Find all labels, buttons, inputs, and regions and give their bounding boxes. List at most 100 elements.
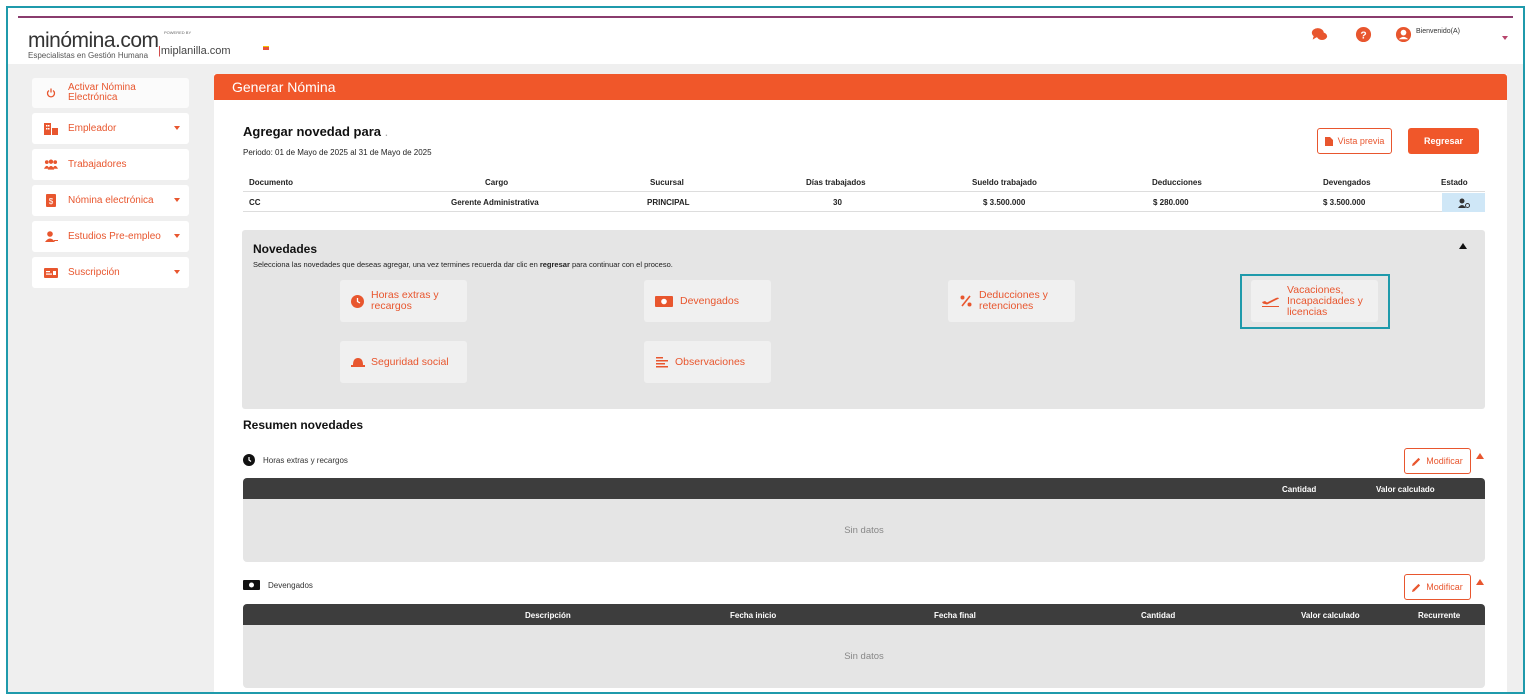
horas-extras-button[interactable]: Horas extras y recargos [340, 280, 467, 322]
sidebar-item-nomina-electronica[interactable]: $ Nómina electrónica [32, 185, 189, 216]
horas-section-label: Horas extras y recargos [243, 454, 348, 466]
empty-state: Sin datos [243, 625, 1485, 688]
column-header: Fecha inicio [730, 611, 777, 620]
collapse-up-icon[interactable] [1476, 579, 1484, 585]
cell-dias: 30 [833, 198, 842, 207]
logo[interactable]: minómina.com Especialistas en Gestión Hu… [28, 29, 159, 60]
modify-devengados-button[interactable]: Modificar [1404, 574, 1471, 600]
user-menu-chevron-icon[interactable] [1502, 36, 1508, 40]
welcome-text[interactable]: Bienvenido(A) [1416, 28, 1460, 35]
document-dollar-icon: $ [44, 194, 58, 208]
period-text: Periodo: 01 de Mayo de 2025 al 31 de May… [243, 148, 432, 157]
sidebar-item-label: Estudios Pre-empleo [68, 230, 161, 242]
miplanilla-logo: |miplanilla.com [158, 45, 231, 57]
file-icon [1324, 136, 1333, 146]
empty-state: Sin datos [243, 499, 1485, 562]
money-icon [654, 294, 674, 309]
chevron-down-icon [174, 198, 180, 202]
column-header: Fecha final [934, 611, 976, 620]
sidebar-item-activar-nomina[interactable]: Activar Nómina Electrónica [32, 78, 189, 108]
sidebar: Activar Nómina Electrónica Empleador Tra… [32, 78, 189, 293]
building-icon [44, 122, 58, 136]
cell-sueldo: $ 3.500.000 [983, 198, 1026, 207]
column-header: Estado [1441, 178, 1468, 187]
svg-text:?: ? [1360, 30, 1366, 41]
estado-cell[interactable] [1442, 193, 1485, 212]
user-plus-icon [44, 230, 58, 244]
devengados-label: Devengados [680, 294, 739, 307]
chat-icon[interactable] [1311, 26, 1328, 43]
app-window: minómina.com Especialistas en Gestión Hu… [6, 6, 1525, 694]
pencil-icon [1412, 457, 1421, 466]
page-title: Agregar novedad para . [243, 124, 389, 139]
page-header: Generar Nómina [214, 74, 1507, 100]
modify-label: Modificar [1426, 582, 1463, 592]
sidebar-item-suscripcion[interactable]: Suscripción [32, 257, 189, 288]
employee-table: Documento Cargo Sucursal Días trabajados… [243, 172, 1485, 212]
resumen-title: Resumen novedades [243, 418, 364, 432]
observaciones-button[interactable]: Observaciones [644, 341, 771, 383]
novedades-title: Novedades [253, 242, 318, 256]
column-header: Descripción [525, 611, 571, 620]
seguridad-social-label: Seguridad social [371, 355, 449, 368]
back-button[interactable]: Regresar [1408, 128, 1479, 154]
deducciones-label: Deducciones y retenciones [979, 289, 1048, 312]
power-icon [44, 86, 58, 100]
user-avatar-icon[interactable] [1395, 26, 1412, 43]
table-header-row: Cantidad Valor calculado [243, 478, 1485, 499]
cell-deducciones: $ 280.000 [1153, 198, 1189, 207]
selection-highlight [1240, 274, 1390, 329]
column-header: Cargo [485, 178, 509, 187]
users-icon [44, 158, 58, 172]
help-icon[interactable]: ? [1355, 26, 1372, 43]
table-header-row: Descripción Fecha inicio Fecha final Can… [243, 604, 1485, 625]
powered-by: POWERED BY [164, 30, 192, 35]
observaciones-label: Observaciones [675, 355, 746, 368]
preview-button-label: Vista previa [1337, 136, 1385, 146]
column-header: Sucursal [650, 178, 684, 187]
sidebar-item-label: Empleador [68, 122, 117, 134]
logo-tagline: Especialistas en Gestión Humana [28, 51, 149, 60]
collapse-up-icon[interactable] [1476, 453, 1484, 459]
table-header-row: Documento Cargo Sucursal Días trabajados… [243, 172, 1485, 192]
colombia-flag-icon [263, 46, 269, 50]
column-header: Valor calculado [1376, 485, 1435, 494]
cell-sucursal: PRINCIPAL [647, 198, 690, 207]
novedades-description: Selecciona las novedades que deseas agre… [253, 260, 673, 269]
devengados-table: Descripción Fecha inicio Fecha final Can… [243, 604, 1485, 688]
sidebar-item-label: Trabajadores [68, 158, 127, 170]
column-header: Documento [249, 178, 293, 187]
top-header: minómina.com Especialistas en Gestión Hu… [8, 18, 1523, 64]
user-settings-icon [1457, 198, 1470, 208]
modify-horas-button[interactable]: Modificar [1404, 448, 1471, 474]
devengados-button[interactable]: Devengados [644, 280, 771, 322]
sidebar-item-trabajadores[interactable]: Trabajadores [32, 149, 189, 180]
seguridad-social-button[interactable]: Seguridad social [340, 341, 467, 383]
column-header: Cantidad [1282, 485, 1317, 494]
chevron-down-icon [174, 126, 180, 130]
modify-label: Modificar [1426, 456, 1463, 466]
column-header: Cantidad [1141, 611, 1176, 620]
card-icon [44, 266, 58, 280]
chevron-down-icon [174, 234, 180, 238]
sidebar-item-label: Nómina electrónica [68, 194, 154, 206]
clock-icon [350, 294, 365, 309]
sidebar-item-empleador[interactable]: Empleador [32, 113, 189, 144]
collapse-up-icon[interactable] [1459, 243, 1467, 249]
svg-text:$: $ [49, 197, 54, 206]
sidebar-item-label: Suscripción [68, 266, 120, 278]
percent-icon [958, 294, 973, 309]
horas-extras-label: Horas extras y recargos [371, 289, 439, 312]
scrollbar[interactable] [1509, 64, 1523, 692]
column-header: Valor calculado [1301, 611, 1360, 620]
sidebar-item-label: Activar Nómina Electrónica [68, 82, 136, 103]
devengados-section-label: Devengados [243, 580, 313, 590]
column-header: Días trabajados [806, 178, 866, 187]
deducciones-button[interactable]: Deducciones y retenciones [948, 280, 1075, 322]
main-panel: Generar Nómina Agregar novedad para . Pe… [214, 74, 1507, 692]
column-header: Deducciones [1152, 178, 1202, 187]
logo-text: minómina.com [28, 29, 159, 52]
column-header: Recurrente [1418, 611, 1461, 620]
preview-button[interactable]: Vista previa [1317, 128, 1392, 154]
sidebar-item-estudios-pre-empleo[interactable]: Estudios Pre-empleo [32, 221, 189, 252]
